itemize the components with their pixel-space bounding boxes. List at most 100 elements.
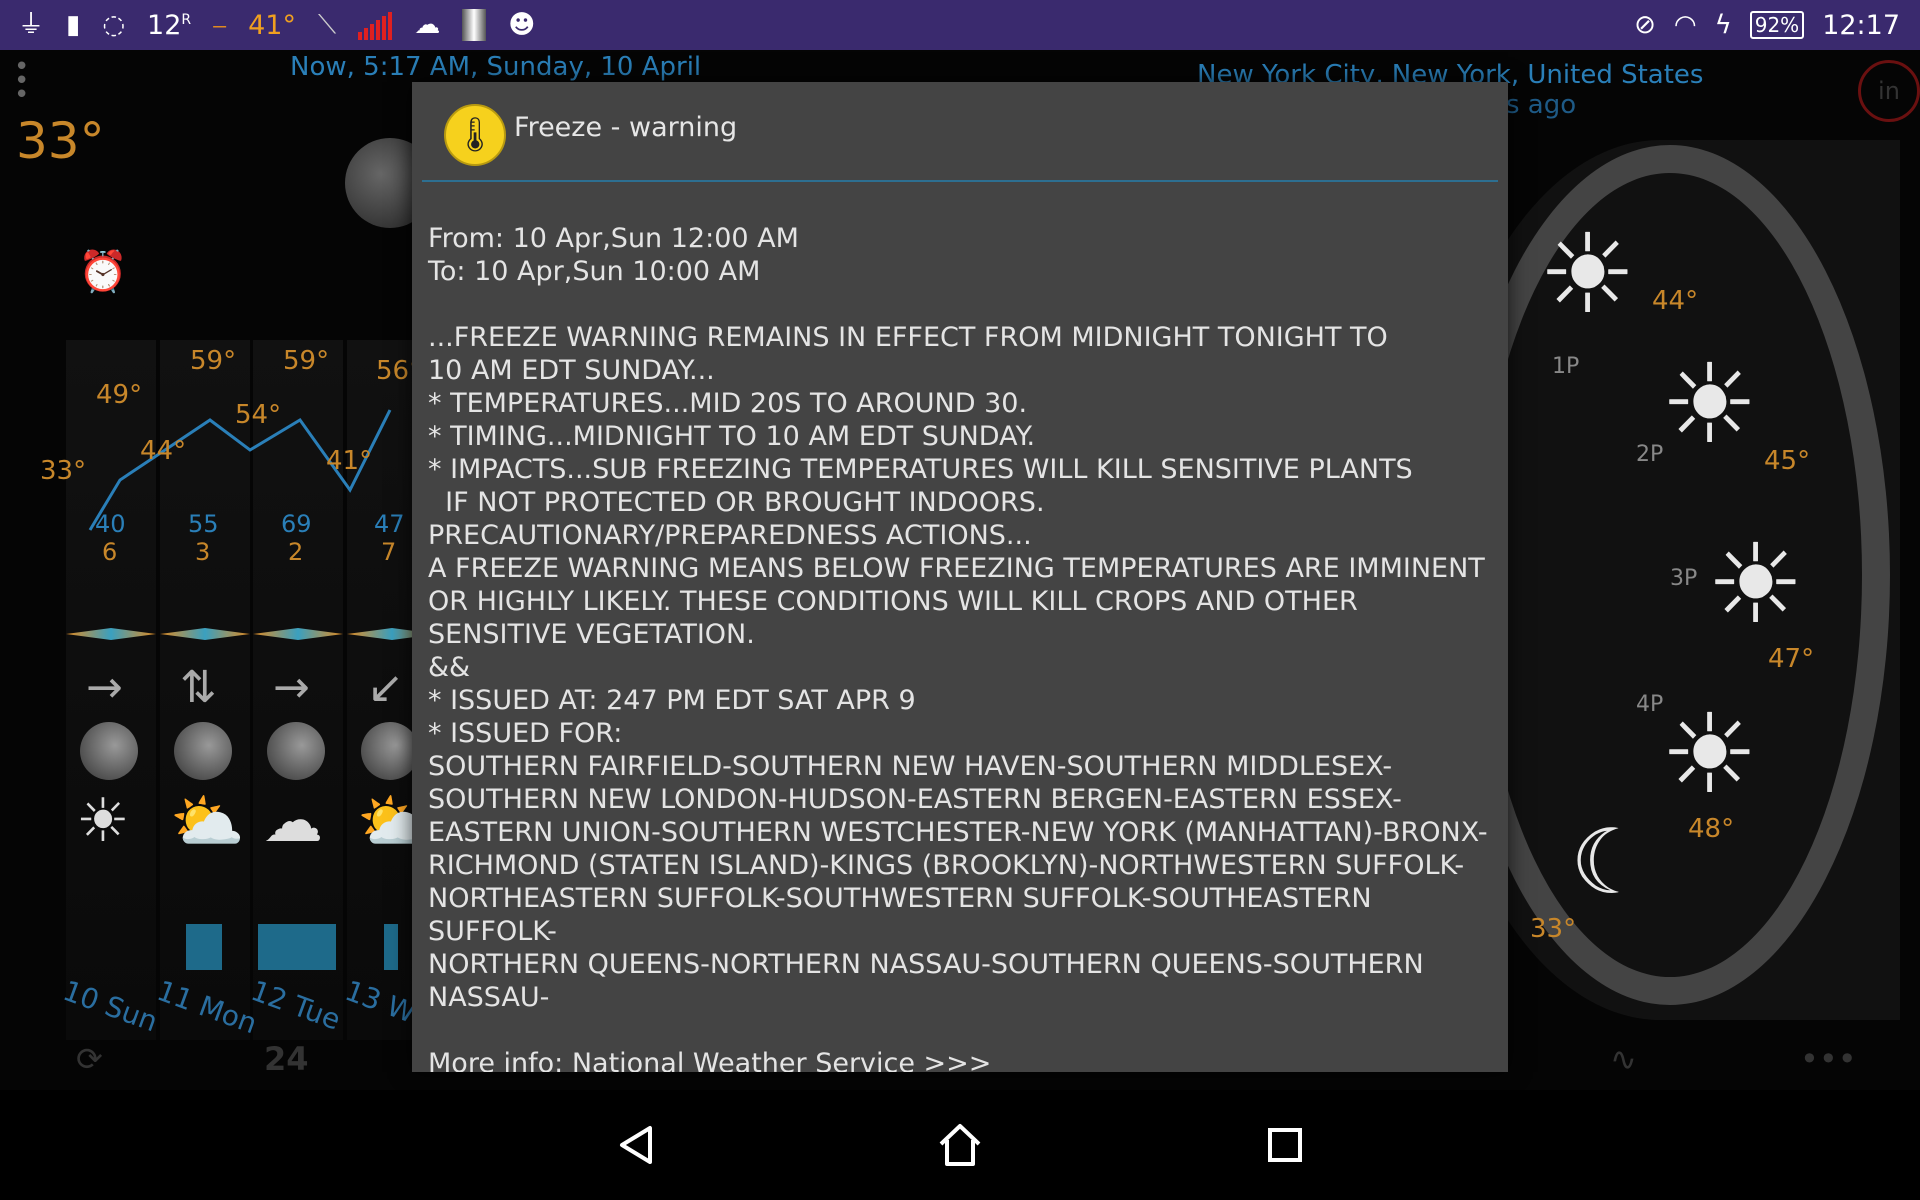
hours-24-button[interactable]: 24: [264, 1040, 309, 1078]
humidity-value: 40: [95, 510, 126, 538]
uv-value: 6: [102, 538, 118, 566]
sun-icon: ☀: [76, 786, 130, 856]
status-temp-orange: 41°: [248, 9, 296, 41]
record-icon[interactable]: in: [1858, 60, 1920, 122]
warning-line: To: 10 Apr,Sun 10:00 AM: [428, 256, 761, 287]
precip-bar: [384, 924, 398, 970]
sun-icon: ☀: [1660, 340, 1759, 468]
status-bar-right: ⊘ ◠ ϟ 92% 12:17: [1634, 0, 1920, 50]
recents-icon[interactable]: [1260, 1120, 1310, 1170]
sd-card-icon: ▮: [66, 10, 81, 40]
navigation-bar: [0, 1090, 1920, 1200]
warning-line: IF NOT PROTECTED OR BROUGHT INDOORS.: [428, 487, 1045, 518]
precip-bar: [186, 924, 222, 970]
warning-text: From: 10 Apr,Sun 12:00 AM To: 10 Apr,Sun …: [428, 222, 1498, 1014]
current-date-line: Now, 5:17 AM, Sunday, 10 April: [290, 52, 702, 82]
warning-line: NORTHERN QUEENS-NORTHERN NASSAU-SOUTHERN…: [428, 949, 1424, 980]
home-icon[interactable]: [935, 1120, 985, 1170]
moon-phase-icon: [267, 722, 325, 780]
overflow-menu-icon[interactable]: • • •: [14, 54, 29, 108]
usb-icon: ⏚: [18, 10, 45, 40]
gradient-icon: [462, 9, 487, 41]
alarm-icon[interactable]: ⏰: [78, 248, 128, 295]
bulb-icon: ◌: [102, 10, 126, 40]
warning-line: From: 10 Apr,Sun 12:00 AM: [428, 223, 799, 254]
clock: 12:17: [1822, 9, 1900, 41]
uv-value: 3: [195, 538, 211, 566]
warning-line: SENSITIVE VEGETATION.: [428, 619, 755, 650]
more-info-link[interactable]: More info: National Weather Service >>>: [428, 1048, 991, 1072]
humidity-value: 69: [281, 510, 312, 538]
status-temp-small: 12R: [147, 9, 192, 41]
warning-line: OR HIGHLY LIKELY. THESE CONDITIONS WILL …: [428, 586, 1358, 617]
chart-temp: 33°: [40, 456, 87, 486]
dialog-header: 🌡 Freeze - warning: [422, 82, 1498, 182]
dial-temp: 48°: [1688, 814, 1735, 844]
warning-line: EASTERN UNION-SOUTHERN WESTCHESTER-NEW Y…: [428, 817, 1488, 848]
humidity-value: 55: [188, 510, 219, 538]
moon-phase-icon: [80, 722, 138, 780]
warning-line: ...FREEZE WARNING REMAINS IN EFFECT FROM…: [428, 322, 1388, 353]
chart-temp: 41°: [326, 446, 373, 476]
dial-hour: 4P: [1636, 692, 1664, 717]
warning-line: RICHMOND (STATEN ISLAND)-KINGS (BROOKLYN…: [428, 850, 1465, 881]
freeze-thermometer-icon: 🌡: [444, 104, 506, 166]
uv-value: 7: [381, 538, 397, 566]
chart-temp: 44°: [140, 436, 187, 466]
chart-temp: 59°: [283, 346, 330, 376]
no-disturb-icon: ⊘: [1634, 10, 1656, 40]
pulse-icon[interactable]: ∿: [1610, 1040, 1637, 1078]
dial-hour: 1P: [1552, 354, 1580, 379]
warning-line: [428, 288, 1498, 321]
status-bar-left: ⏚ ▮ ◌ 12R ⎯ 41° ⟍ ☁ ☻: [0, 0, 535, 50]
wind-arrow-icon: ⇅: [180, 662, 217, 713]
moon-phase-icon: [361, 722, 419, 780]
warning-line: * TIMING...MIDNIGHT TO 10 AM EDT SUNDAY.: [428, 421, 1036, 452]
dial-temp: 44°: [1652, 286, 1699, 316]
wind-arrow-icon: ↙: [367, 662, 404, 713]
weather-strip-icon: ⎯: [213, 10, 227, 40]
warning-line: * ISSUED FOR:: [428, 718, 623, 749]
warning-line: * TEMPERATURES...MID 20S TO AROUND 30.: [428, 388, 1028, 419]
uv-value: 2: [288, 538, 304, 566]
dial-temp: 33°: [1530, 914, 1577, 944]
wifi-icon: ◠: [1673, 10, 1697, 40]
chart-temp: 59°: [190, 346, 237, 376]
current-temperature: 33°: [16, 112, 105, 170]
wind-icon: ⟍: [317, 10, 337, 40]
dialog-title: Freeze - warning: [514, 112, 738, 143]
warning-line: PRECAUTIONARY/PREPAREDNESS ACTIONS...: [428, 520, 1032, 551]
chart-temp: 49°: [96, 380, 143, 410]
sun-icon: ☀: [1660, 690, 1759, 818]
warning-line: * ISSUED AT: 247 PM EDT SAT APR 9: [428, 685, 916, 716]
more-icon[interactable]: •••: [1800, 1040, 1857, 1078]
charging-icon: ϟ: [1714, 10, 1732, 40]
dial-temp: 47°: [1768, 644, 1815, 674]
freeze-warning-dialog[interactable]: 🌡 Freeze - warning From: 10 Apr,Sun 12:0…: [412, 82, 1508, 1072]
warning-line: A FREEZE WARNING MEANS BELOW FREEZING TE…: [428, 553, 1485, 584]
rain-cloud-icon: ☁: [263, 786, 323, 856]
dial-temp: 45°: [1764, 446, 1811, 476]
dial-hour: 3P: [1670, 566, 1698, 591]
back-icon[interactable]: [612, 1120, 662, 1170]
wind-arrow-icon: →: [273, 662, 310, 713]
warning-line: NORTHEASTERN SUFFOLK-SOUTHWESTERN SUFFOL…: [428, 883, 1381, 947]
cloud-rain-icon: ⛅: [170, 787, 245, 857]
warning-line: 10 AM EDT SUNDAY...: [428, 355, 715, 386]
warning-line: * IMPACTS...SUB FREEZING TEMPERATURES WI…: [428, 454, 1413, 485]
refresh-icon[interactable]: ⟳: [76, 1040, 103, 1078]
warning-line: NASSAU-: [428, 982, 550, 1013]
chart-temp: 54°: [235, 400, 282, 430]
moon-phase-icon: [174, 722, 232, 780]
warning-line: &&: [428, 652, 471, 683]
android-icon: ☻: [508, 10, 536, 40]
warning-line: SOUTHERN FAIRFIELD-SOUTHERN NEW HAVEN-SO…: [428, 751, 1393, 782]
cloud-icon: ☁: [414, 10, 441, 40]
wind-arrow-icon: →: [86, 662, 123, 713]
battery-icon: 92%: [1749, 11, 1805, 39]
status-bar: ⏚ ▮ ◌ 12R ⎯ 41° ⟍ ☁ ☻ ⊘ ◠ ϟ 92% 12:17: [0, 0, 1920, 50]
warning-line: SOUTHERN NEW LONDON-HUDSON-EASTERN BERGE…: [428, 784, 1402, 815]
signal-bars-icon: [358, 10, 393, 40]
sun-icon: ☀: [1706, 520, 1805, 648]
sun-icon: ☀: [1538, 210, 1637, 338]
